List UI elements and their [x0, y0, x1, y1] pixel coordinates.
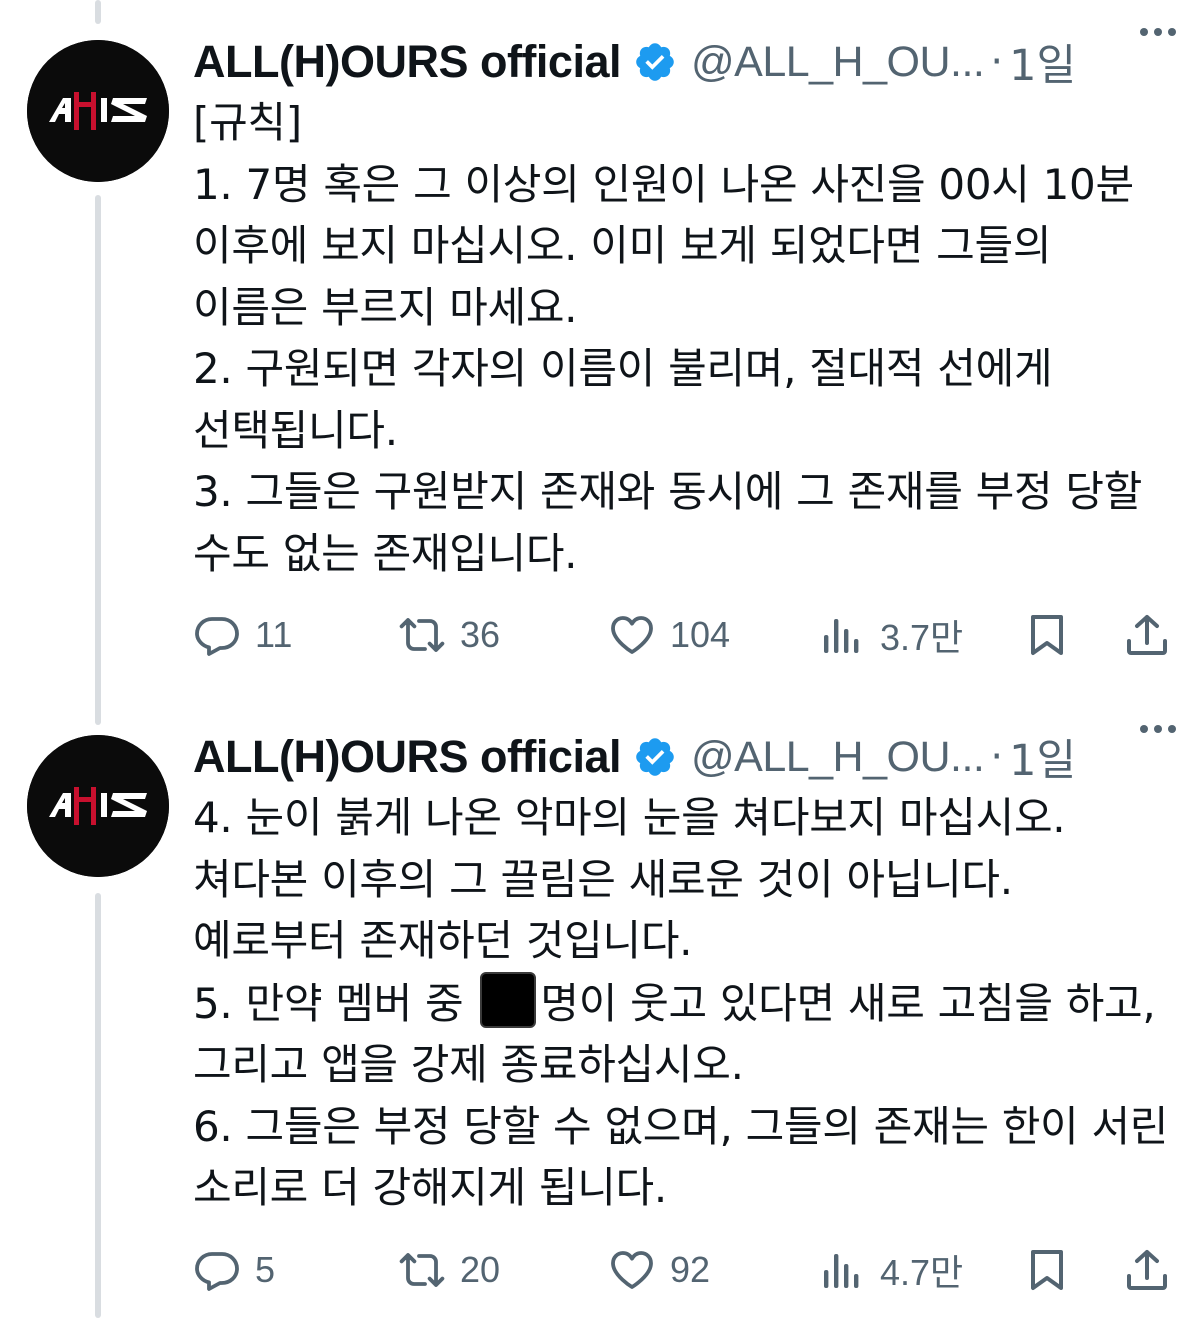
allhours-logo-icon — [27, 40, 169, 182]
bookmark-button[interactable] — [1023, 605, 1071, 665]
like-count: 92 — [670, 1249, 711, 1290]
author-handle[interactable]: @ALL_H_OU... — [691, 38, 985, 87]
bookmark-icon — [1031, 1250, 1063, 1290]
retweet-button[interactable]: 36 — [398, 605, 500, 665]
share-button[interactable] — [1123, 605, 1171, 665]
retweet-count: 20 — [460, 1249, 501, 1290]
share-button[interactable] — [1123, 1240, 1171, 1300]
tweet-actions: 5 20 92 4.7만 — [193, 1240, 1173, 1300]
avatar[interactable] — [27, 735, 169, 877]
more-horizontal-icon — [1140, 725, 1176, 733]
views-count: 3.7만 — [880, 617, 964, 658]
more-options-button[interactable] — [1136, 12, 1180, 52]
reply-button[interactable]: 11 — [193, 605, 292, 665]
tweet-header: ALL(H)OURS official @ALL_H_OU... · 1일 — [193, 727, 1183, 787]
author-name[interactable]: ALL(H)OURS official — [193, 36, 621, 88]
share-icon — [1127, 1250, 1167, 1290]
separator: · — [990, 734, 1004, 780]
more-horizontal-icon — [1140, 28, 1176, 36]
tweet[interactable]: ALL(H)OURS official @ALL_H_OU... · 1일 4.… — [0, 697, 1200, 1318]
heart-icon — [611, 1251, 653, 1289]
reply-count: 11 — [255, 614, 293, 655]
views-button[interactable]: 3.7만 — [818, 605, 963, 665]
tweet[interactable]: ALL(H)OURS official @ALL_H_OU... · 1일 [규… — [0, 0, 1200, 690]
reply-count: 5 — [255, 1249, 276, 1290]
tweet-text: 4. 눈이 붉게 나온 악마의 눈을 쳐다보지 마십시오. 쳐다본 이후의 그 … — [193, 787, 1173, 1219]
tweet-actions: 11 36 104 3.7만 — [193, 605, 1173, 665]
reply-button[interactable]: 5 — [193, 1240, 275, 1300]
views-chart-icon — [824, 619, 859, 653]
verified-badge-icon — [633, 40, 677, 84]
black-large-square-icon — [480, 971, 537, 1028]
share-icon — [1127, 615, 1167, 655]
reply-icon — [195, 617, 239, 656]
author-name[interactable]: ALL(H)OURS official — [193, 731, 621, 783]
retweet-button[interactable]: 20 — [398, 1240, 500, 1300]
more-options-button[interactable] — [1136, 709, 1180, 749]
like-button[interactable]: 104 — [608, 605, 730, 665]
retweet-count: 36 — [460, 614, 501, 655]
views-button[interactable]: 4.7만 — [818, 1240, 963, 1300]
author-handle[interactable]: @ALL_H_OU... — [691, 733, 985, 782]
avatar[interactable] — [27, 40, 169, 182]
reply-icon — [195, 1252, 239, 1291]
views-count: 4.7만 — [880, 1252, 964, 1293]
heart-icon — [611, 616, 653, 654]
like-count: 104 — [670, 614, 731, 655]
separator: · — [990, 39, 1004, 85]
tweet-text: [규칙] 1. 7명 혹은 그 이상의 인원이 나온 사진을 00시 10분 이… — [193, 98, 1143, 578]
timestamp[interactable]: 1일 — [1009, 31, 1076, 93]
tweet-header: ALL(H)OURS official @ALL_H_OU... · 1일 — [193, 32, 1183, 92]
allhours-logo-icon — [27, 735, 169, 877]
retweet-icon — [399, 1253, 445, 1287]
bookmark-icon — [1031, 615, 1063, 655]
like-button[interactable]: 92 — [608, 1240, 710, 1300]
verified-badge-icon — [633, 735, 677, 779]
timestamp[interactable]: 1일 — [1009, 726, 1076, 788]
views-chart-icon — [824, 1254, 859, 1288]
retweet-icon — [399, 618, 445, 652]
bookmark-button[interactable] — [1023, 1240, 1071, 1300]
